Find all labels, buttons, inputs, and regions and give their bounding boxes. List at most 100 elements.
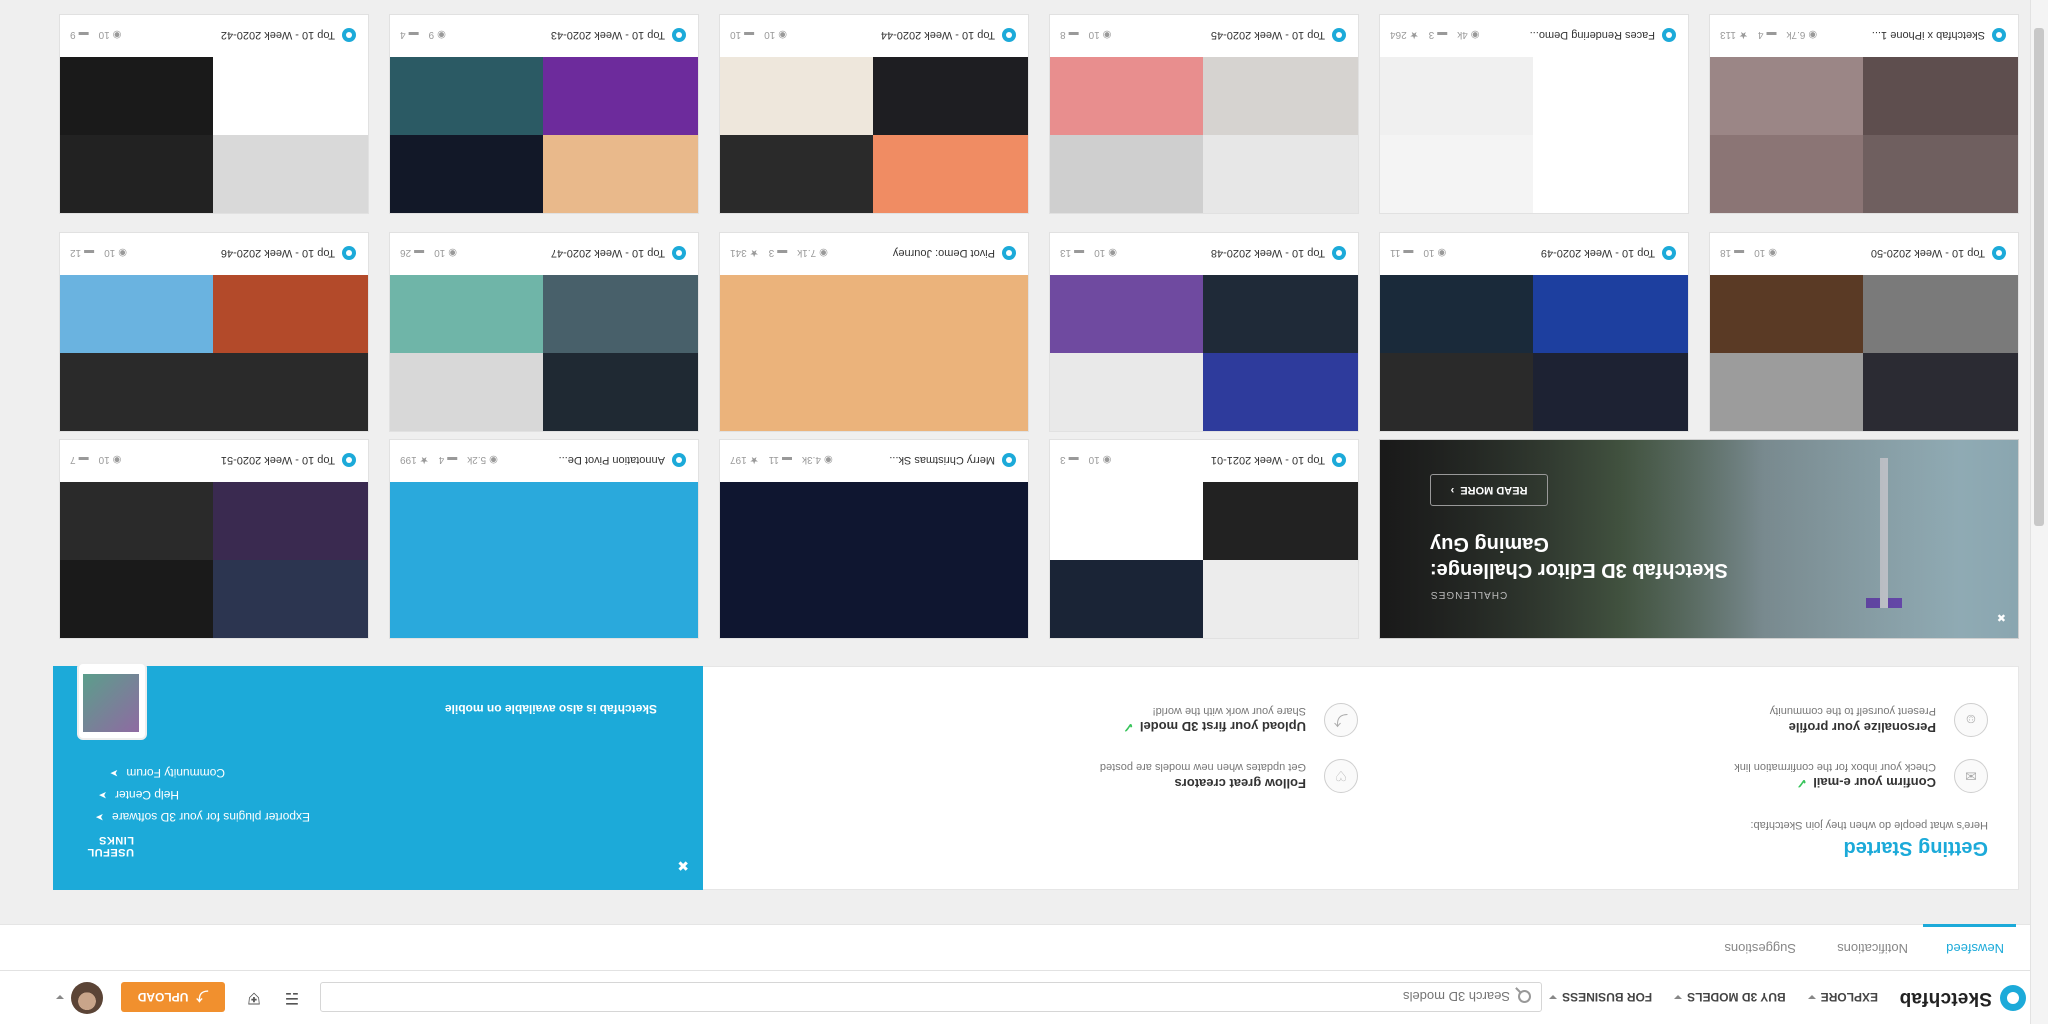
thumbnail-tile [873, 135, 1028, 213]
model-card[interactable]: Top 10 - Week 2020-43 ◉ 9 ▬ 4 [389, 14, 699, 214]
card-header: Top 10 - Week 2021-01 ◉ 10 ▬ 3 [1049, 439, 1358, 482]
model-card[interactable]: Top 10 - Week 2021-01 ◉ 10 ▬ 3 [1049, 439, 1359, 639]
model-card[interactable]: Top 10 - Week 2020-50 ◉ 10 ▬ 18 [1709, 232, 2019, 432]
avatar[interactable] [71, 982, 103, 1014]
model-card[interactable]: Top 10 - Week 2020-51 ◉ 10 ▬ 7 [59, 439, 369, 639]
task-follow-creators[interactable]: ♡ Follow great creators Get updates when… [758, 755, 1358, 795]
card-title[interactable]: Annotation Pivot De... [505, 454, 665, 466]
card-title[interactable]: Top 10 - Week 2020-51 [128, 454, 335, 466]
task-follow-label: Follow great creators [1174, 776, 1306, 791]
upload-button[interactable]: ⤴ UPLOAD [121, 982, 225, 1012]
nav-for-business[interactable]: FOR BUSINESS [1549, 990, 1652, 1004]
card-title[interactable]: Top 10 - Week 2020-45 [1118, 29, 1325, 41]
card-stats: ◉ 10 ▬ 7 [70, 455, 121, 466]
model-thumbnail[interactable] [389, 275, 698, 431]
scrollbar-thumb[interactable] [2034, 28, 2044, 526]
views-icon: ◉ [1437, 247, 1447, 259]
task-confirm-email[interactable]: ✉ Confirm your e-mail ✓ Check your inbox … [1388, 755, 1988, 795]
stat-value: 199 [400, 454, 417, 466]
model-thumbnail[interactable] [1379, 57, 1688, 213]
model-card[interactable]: Sketchfab x iPhone 1... ◉ 6.7k ▬ 4 ★ 113 [1709, 14, 2019, 214]
notifications-shield-icon[interactable]: ⛨ [243, 986, 265, 1008]
card-title[interactable]: Faces Rendering Demo... [1487, 29, 1655, 41]
thumbnail-tile [543, 560, 698, 638]
nav-explore[interactable]: EXPLORE [1807, 990, 1878, 1004]
sketchfab-badge-icon [342, 28, 356, 42]
model-thumbnail[interactable] [389, 482, 698, 638]
thumbnail-tile [1533, 275, 1688, 353]
model-thumbnail[interactable] [1049, 482, 1358, 638]
model-card[interactable]: Top 10 - Week 2020-44 ◉ 10 ▬ 10 [719, 14, 1029, 214]
sketchfab-logo[interactable]: Sketchfab [1899, 985, 2026, 1011]
card-title[interactable]: Top 10 - Week 2020-50 [1784, 247, 1985, 259]
model-thumbnail[interactable] [1709, 57, 2018, 213]
model-card[interactable]: Top 10 - Week 2020-45 ◉ 10 ▬ 8 [1049, 14, 1359, 214]
views-icon: ◉ [112, 29, 122, 41]
nav-buy-3d-models[interactable]: BUY 3D MODELS [1674, 990, 1786, 1004]
task-upload-model[interactable]: ⤴ Upload your first 3D model ✓ Share your… [758, 699, 1358, 739]
close-icon[interactable]: ✖ [677, 857, 689, 874]
read-more-button[interactable]: READ MORE › [1430, 474, 1548, 506]
model-card[interactable]: Top 10 - Week 2020-42 ◉ 10 ▬ 9 [59, 14, 369, 214]
model-card[interactable]: Pivot Demo: Journey ◉ 7.1k ▬ 3 ★ 341 [719, 232, 1029, 432]
close-icon[interactable]: ✖ [1997, 611, 2006, 624]
model-thumbnail[interactable] [719, 482, 1028, 638]
model-thumbnail[interactable] [59, 57, 368, 213]
card-title[interactable]: Top 10 - Week 2020-44 [794, 29, 995, 41]
tab-notifications[interactable]: Notifications [1837, 941, 1908, 956]
card-title[interactable]: Top 10 - Week 2020-47 [464, 247, 665, 259]
task-desc: Get updates when new models are posted [1099, 761, 1306, 773]
model-thumbnail[interactable] [719, 57, 1028, 213]
stat-value: 7.1k [797, 247, 817, 259]
link-forum-label: Community Forum [126, 766, 225, 780]
link-community-forum[interactable]: Community Forum ➤ [110, 766, 225, 780]
likes-icon: ★ [749, 454, 759, 466]
comments-icon: ▬ [744, 29, 755, 41]
model-card[interactable]: Top 10 - Week 2020-48 ◉ 10 ▬ 13 [1049, 232, 1359, 432]
scrollbar[interactable] [2030, 0, 2048, 1024]
link-exporter-plugins[interactable]: Exporter plugins for your 3D software ➤ [96, 810, 310, 824]
sketchfab-badge-icon [672, 246, 686, 260]
model-thumbnail[interactable] [1379, 275, 1688, 431]
card-title[interactable]: Sketchfab x iPhone 1... [1824, 29, 1985, 41]
comments-icon: ▬ [78, 29, 89, 41]
model-card[interactable]: Annotation Pivot De... ◉ 5.2k ▬ 4 ★ 199 [389, 439, 699, 639]
model-card[interactable]: Top 10 - Week 2020-49 ◉ 10 ▬ 11 [1379, 232, 1689, 432]
card-stat: ◉ 10 [1089, 455, 1112, 466]
link-help-center[interactable]: Help Center ➤ [99, 788, 179, 802]
card-title[interactable]: Top 10 - Week 2020-48 [1124, 247, 1325, 259]
card-title[interactable]: Top 10 - Week 2020-49 [1453, 247, 1655, 259]
stat-value: 10 [1088, 29, 1100, 41]
mobile-app-banner[interactable]: Sketchfab is also available on mobile [73, 662, 673, 740]
card-title[interactable]: Top 10 - Week 2020-46 [134, 247, 335, 259]
model-card[interactable]: Top 10 - Week 2020-46 ◉ 10 ▬ 12 [59, 232, 369, 432]
model-card[interactable]: Top 10 - Week 2020-47 ◉ 10 ▬ 26 [389, 232, 699, 432]
model-thumbnail[interactable] [1709, 275, 2018, 431]
card-title[interactable]: Pivot Demo: Journey [835, 247, 995, 259]
tab-newsfeed[interactable]: Newsfeed [1946, 941, 2004, 956]
stat-value: 113 [1720, 29, 1736, 41]
card-title[interactable]: Top 10 - Week 2020-42 [128, 29, 335, 41]
thumbnail-tile [543, 275, 698, 353]
cart-icon[interactable]: ☴ [281, 986, 303, 1008]
card-title[interactable]: Top 10 - Week 2020-43 [453, 29, 665, 41]
stat-value: 4.3k [802, 454, 821, 466]
card-stat: ◉ 10 [1094, 248, 1117, 259]
tab-suggestions[interactable]: Suggestions [1724, 941, 1796, 956]
thumbnail-tile [1203, 353, 1358, 431]
model-thumbnail[interactable] [389, 57, 698, 213]
model-thumbnail[interactable] [1049, 57, 1358, 213]
search-input[interactable] [410, 989, 1510, 1005]
model-card[interactable]: Faces Rendering Demo... ◉ 4k ▬ 3 ★ 264 [1379, 14, 1689, 214]
model-thumbnail[interactable] [1049, 275, 1358, 431]
card-title[interactable]: Merry Christmas Sk... [840, 454, 995, 466]
challenge-banner[interactable]: ✖ CHALLENGES Sketchfab 3D Editor Challen… [1379, 439, 2019, 639]
card-title[interactable]: Top 10 - Week 2021-01 [1118, 454, 1325, 466]
task-personalize-profile[interactable]: ☺ Personalize your profile Present yours… [1388, 699, 1988, 739]
chevron-down-icon[interactable] [56, 995, 64, 999]
card-stats: ◉ 10 ▬ 26 [400, 248, 457, 259]
model-thumbnail[interactable] [59, 482, 368, 638]
model-thumbnail[interactable] [59, 275, 368, 431]
model-thumbnail[interactable] [719, 275, 1028, 431]
model-card[interactable]: Merry Christmas Sk... ◉ 4.3k ▬ 11 ★ 197 [719, 439, 1029, 639]
